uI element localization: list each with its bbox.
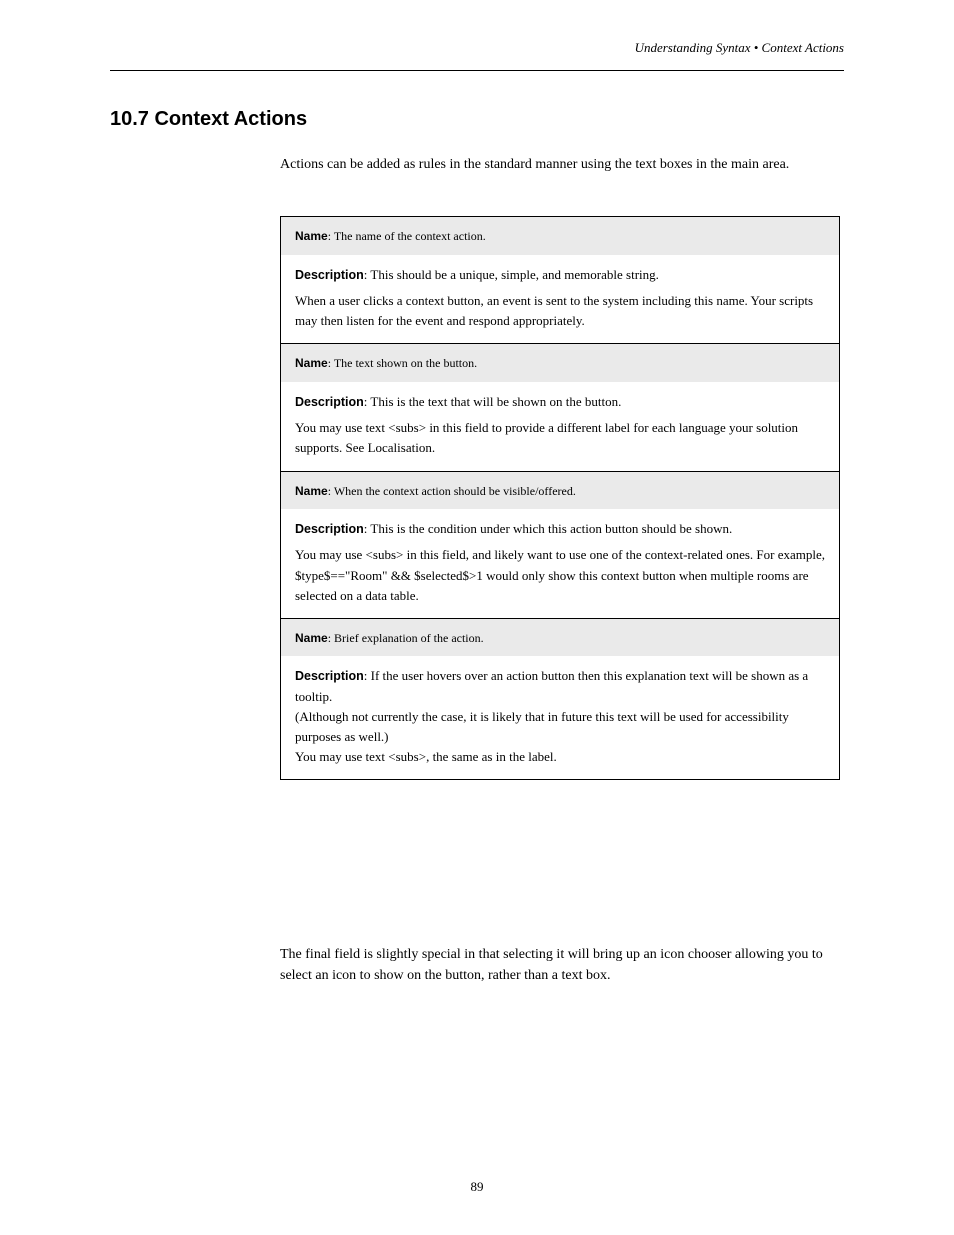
field-description-text: This is the text that will be shown on t… (370, 394, 621, 409)
field-name-row: Name: The text shown on the button. (281, 344, 839, 382)
page-header: Understanding Syntax • Context Actions (110, 34, 844, 71)
field-description-text: When a user clicks a context button, an … (295, 291, 825, 331)
field-description-row: Description: This should be a unique, si… (281, 255, 839, 344)
field-name-value: Brief explanation of the action. (334, 631, 484, 645)
context-actions-table: Name: The name of the context action. De… (280, 216, 840, 780)
field-name-label: Name (295, 229, 328, 243)
field-name-value: The name of the context action. (334, 229, 486, 243)
field-name-row: Name: When the context action should be … (281, 472, 839, 510)
field-description-row: Description: If the user hovers over an … (281, 656, 839, 779)
field-name-row: Name: Brief explanation of the action. (281, 619, 839, 657)
field-description-row: Description: This is the condition under… (281, 509, 839, 618)
field-description-label: Description (295, 669, 364, 683)
field-description-text: This is the condition under which this a… (370, 521, 732, 536)
field-name-value: The text shown on the button. (334, 356, 477, 370)
field-description-label: Description (295, 268, 364, 282)
section-heading: 10.7 Context Actions (110, 108, 307, 131)
page-number: 89 (0, 1179, 954, 1195)
field-block-explanation: Name: Brief explanation of the action. D… (281, 618, 839, 780)
field-description-text: You may use text <subs>, the same as in … (295, 747, 825, 767)
field-block-action-name: Name: The name of the context action. De… (281, 217, 839, 343)
field-description-text: (Although not currently the case, it is … (295, 707, 825, 747)
closing-text: The final field is slightly special in t… (280, 944, 840, 986)
field-name-row: Name: The name of the context action. (281, 217, 839, 255)
field-description-text: This should be a unique, simple, and mem… (370, 267, 658, 282)
field-description-text: If the user hovers over an action button… (295, 668, 808, 703)
field-description-label: Description (295, 395, 364, 409)
field-name-label: Name (295, 484, 328, 498)
field-name-label: Name (295, 631, 328, 645)
running-title: Understanding Syntax • Context Actions (635, 40, 844, 56)
field-description-row: Description: This is the text that will … (281, 382, 839, 471)
field-block-condition: Name: When the context action should be … (281, 471, 839, 618)
field-block-label: Name: The text shown on the button. Desc… (281, 343, 839, 470)
field-description-label: Description (295, 522, 364, 536)
field-name-value: When the context action should be visibl… (334, 484, 576, 498)
field-description-text: You may use text <subs> in this field to… (295, 418, 825, 458)
field-name-label: Name (295, 356, 328, 370)
field-description-text: You may use <subs> in this field, and li… (295, 545, 825, 605)
intro-text: Actions can be added as rules in the sta… (280, 154, 840, 175)
